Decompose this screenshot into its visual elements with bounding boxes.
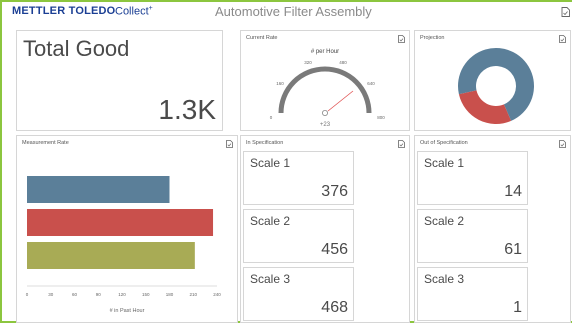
x-tick-label: 90 [96,292,102,297]
gauge-arc [278,66,372,114]
x-tick-label: 180 [166,292,174,297]
in-spec-scale-2-card: Scale 2 456 [243,209,354,263]
scale-count: 376 [321,183,348,200]
gauge-tick-0: 0 [270,115,273,120]
projection-tile: Projection [414,30,571,131]
total-good-label: Total Good [23,36,130,61]
bar-scale-2 [27,209,214,236]
x-tick-label: 30 [48,292,54,297]
export-icon[interactable] [559,140,566,148]
projection-donut [458,48,534,125]
bar-scale-3 [27,242,195,269]
in-spec-tile: In Specification Scale 1 376 Scale 2 456… [240,135,410,323]
x-tick-label: 120 [118,292,126,297]
gauge-value: +23 [320,122,331,128]
measurement-rate-chart: 0 30 60 90 120 150 180 210 240 # in Past Hour [26,176,221,314]
scale-name: Scale 2 [250,214,291,228]
rate-gauge: # per Hour 0 160 320 480 640 800 +23 [270,49,386,128]
gauge-tick-480: 480 [339,60,347,65]
x-tick-label: 210 [189,292,197,297]
product-mark: + [148,5,153,12]
scale-count: 1 [513,299,522,316]
gauge-tick-800: 800 [377,115,385,120]
export-icon[interactable] [559,35,566,43]
in-spec-scale-3-card: Scale 3 468 [243,267,354,321]
scale-name: Scale 3 [250,272,291,286]
scale-name: Scale 1 [424,156,465,170]
gauge-needle [327,90,354,112]
scale-name: Scale 3 [424,272,465,286]
header-bar: METTLER TOLEDO Collect+ Automotive Filte… [2,2,572,22]
scale-name: Scale 2 [424,214,465,228]
gauge-tick-320: 320 [304,60,312,65]
in-spec-title: In Specification [246,140,284,146]
dashboard-title: Automotive Filter Assembly [215,4,372,19]
measurement-rate-tile: Measurement Rate 0 30 60 90 120 150 180 210 240 … [16,135,238,323]
donut-segment-remaining [458,90,512,125]
projection-title: Projection [420,35,445,41]
x-tick-label: 150 [142,292,150,297]
scale-count: 456 [321,241,348,258]
scale-name: Scale 1 [250,156,291,170]
total-good-value: 1.3K [158,94,216,125]
out-spec-scale-3-card: Scale 3 1 [417,267,528,321]
product-name: Collect+ [115,5,153,18]
current-rate-tile: Current Rate # per Hour 0 160 320 480 64… [240,30,410,131]
out-spec-title: Out of Specification [420,140,468,146]
scale-count: 61 [504,241,522,258]
x-tick-label: 240 [213,292,221,297]
scale-count: 14 [504,183,522,200]
out-spec-scale-2-card: Scale 2 61 [417,209,528,263]
scale-count: 468 [321,299,348,316]
export-icon[interactable] [561,7,570,17]
total-good-tile: Total Good 1.3K [16,30,223,131]
bar-scale-1 [27,176,170,203]
out-spec-tile: Out of Specification Scale 1 14 Scale 2 … [414,135,571,323]
gauge-tick-160: 160 [276,81,284,86]
brand-logo: METTLER TOLEDO [12,5,116,17]
x-tick-label: 0 [26,292,29,297]
gauge-unit-label: # per Hour [311,49,339,55]
x-tick-label: 60 [72,292,78,297]
out-spec-scale-1-card: Scale 1 14 [417,151,528,205]
product-label: Collect [115,5,149,18]
chart-x-axis-label: # in Past Hour [110,308,145,314]
gauge-hub [322,110,329,117]
in-spec-scale-1-card: Scale 1 376 [243,151,354,205]
gauge-tick-640: 640 [367,81,375,86]
export-icon[interactable] [398,140,405,148]
